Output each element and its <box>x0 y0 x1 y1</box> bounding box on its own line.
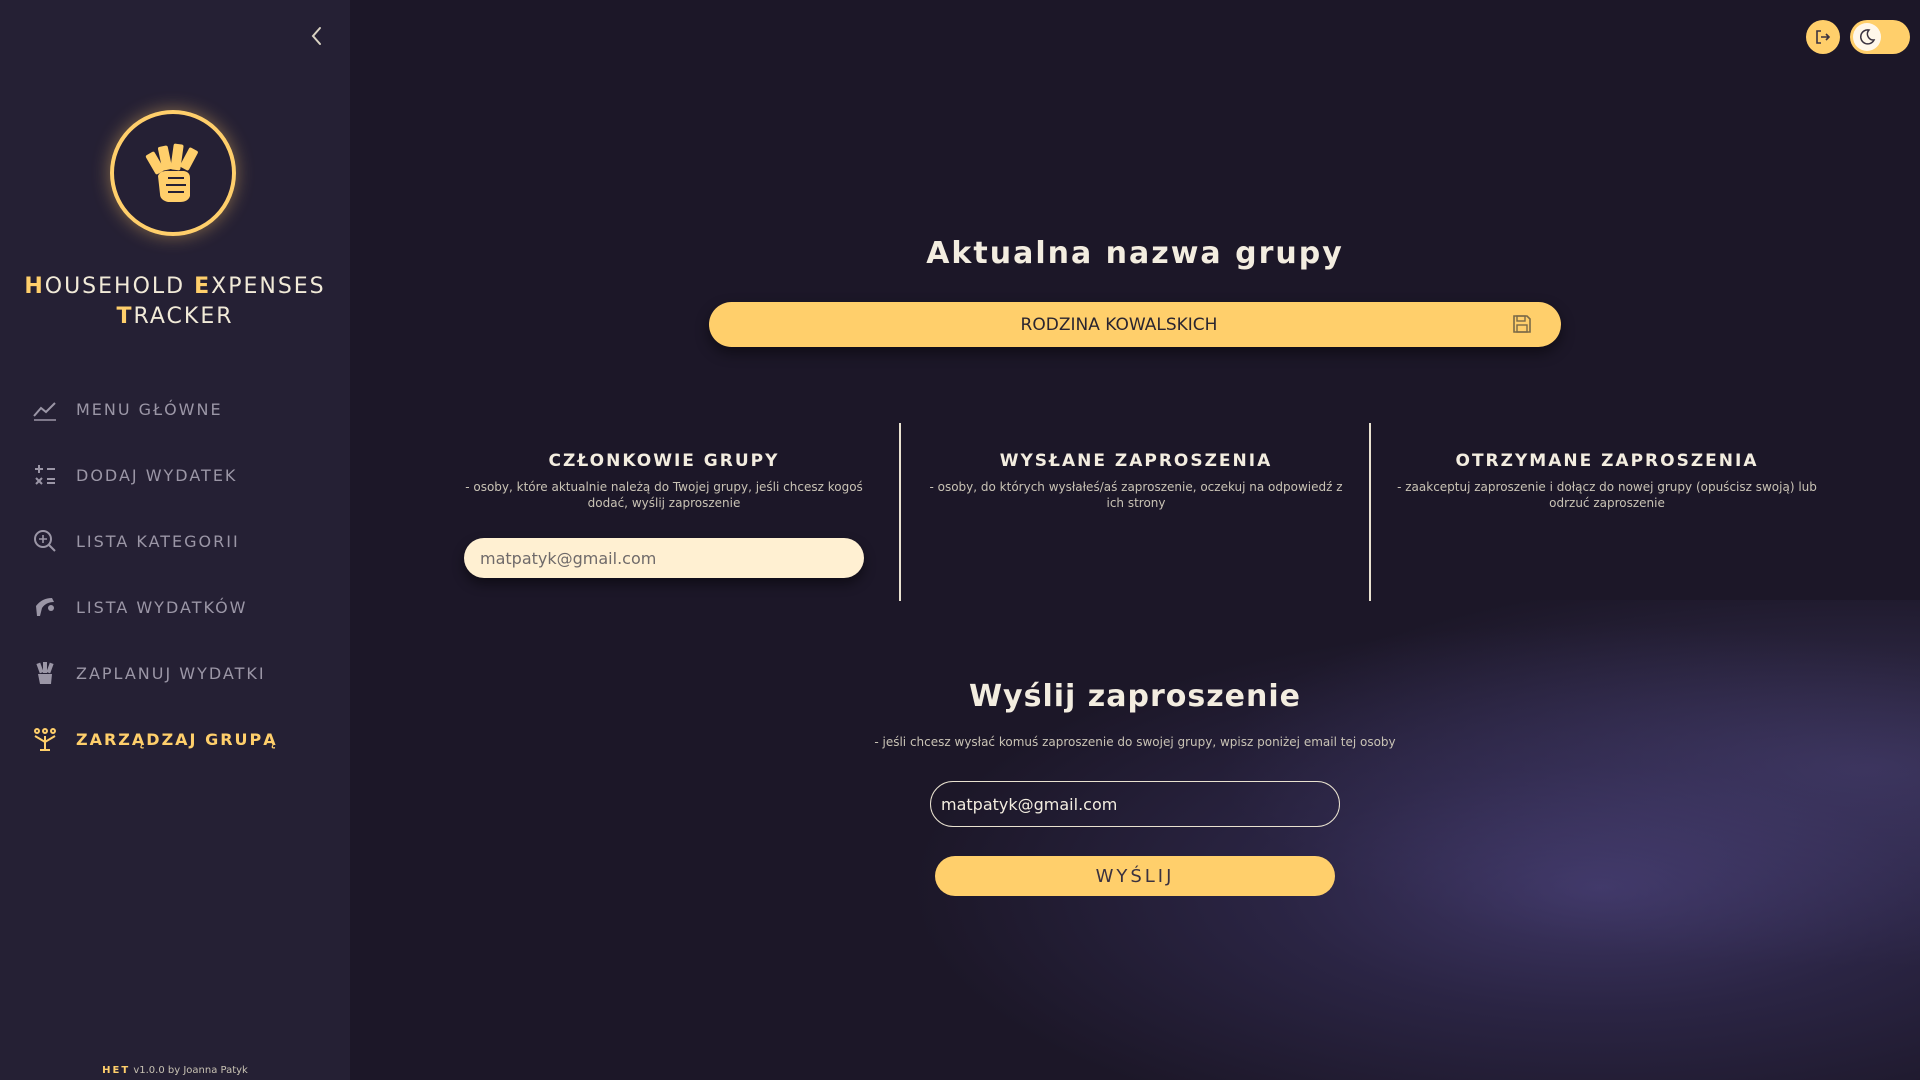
sidebar-item-menu-glowne[interactable]: MENU GŁÓWNE <box>0 376 350 442</box>
group-icon <box>32 726 58 752</box>
column-divider <box>899 423 901 601</box>
collapse-sidebar-button[interactable] <box>305 24 329 48</box>
sent-invites-description: - osoby, do których wysłałeś/aś zaprosze… <box>929 480 1343 510</box>
sidebar-item-label: LISTA KATEGORII <box>76 531 240 551</box>
invite-description: - jeśli chcesz wysłać komuś zaproszenie … <box>874 735 1396 749</box>
sidebar-item-label: ZARZĄDZAJ GRUPĄ <box>76 729 278 749</box>
sidebar-item-label: DODAJ WYDATEK <box>76 465 238 485</box>
app-footer: HET v1.0.0 by Joanna Patyk <box>0 1065 350 1076</box>
money-hand-icon <box>145 143 198 202</box>
group-columns: CZŁONKOWIE GRUPY - osoby, które aktualni… <box>440 423 1850 601</box>
logout-icon <box>1816 30 1831 44</box>
received-invites-column: OTRZYMANE ZAPROSZENIA - zaakceptuj zapro… <box>1372 423 1842 601</box>
received-invites-title: OTRZYMANE ZAPROSZENIA <box>1455 451 1759 471</box>
sidebar-item-label: LISTA WYDATKÓW <box>76 597 248 617</box>
sidebar-item-zarzadzaj-grupa[interactable]: ZARZĄDZAJ GRUPĄ <box>0 706 350 772</box>
background-splatter <box>850 600 1920 1080</box>
sent-invites-title: WYSŁANE ZAPROSZENIA <box>999 451 1273 471</box>
sidebar-item-dodaj-wydatek[interactable]: DODAJ WYDATEK <box>0 442 350 508</box>
trend-chart-icon <box>32 396 58 422</box>
money-plan-icon <box>32 660 58 686</box>
members-title: CZŁONKOWIE GRUPY <box>548 451 780 471</box>
app-logo <box>110 110 236 236</box>
theme-toggle[interactable] <box>1850 20 1910 54</box>
footer-brand: HET <box>102 1065 131 1076</box>
title-word: OUSEHOLD <box>44 274 195 299</box>
sidebar-item-zaplanuj-wydatki[interactable]: ZAPLANUJ WYDATKI <box>0 640 350 706</box>
column-divider <box>1369 423 1371 601</box>
sidebar-nav: MENU GŁÓWNE DODAJ WYDATEK LISTA KATEGORI… <box>0 376 350 772</box>
sidebar-item-lista-kategorii[interactable]: LISTA KATEGORII <box>0 508 350 574</box>
theme-toggle-knob <box>1853 23 1881 51</box>
members-column: CZŁONKOWIE GRUPY - osoby, które aktualni… <box>440 423 888 601</box>
save-icon[interactable] <box>1511 313 1533 335</box>
members-description: - osoby, które aktualnie należą do Twoje… <box>465 480 863 510</box>
sidebar: HOUSEHOLD EXPENSES TRACKER MENU GŁÓWNE D… <box>0 0 350 1080</box>
app-title: HOUSEHOLD EXPENSES TRACKER <box>0 272 350 332</box>
title-initial: T <box>116 304 134 329</box>
footer-version: v1.0.0 by Joanna Patyk <box>133 1065 248 1076</box>
invite-heading: Wyślij zaproszenie <box>968 679 1302 714</box>
member-item[interactable]: matpatyk@gmail.com <box>464 538 864 578</box>
send-invite-button[interactable]: WYŚLIJ <box>935 856 1335 896</box>
group-name-heading: Aktualna nazwa grupy <box>926 236 1344 271</box>
moon-icon <box>1859 29 1876 45</box>
group-name-bar <box>709 302 1561 347</box>
received-invites-description: - zaakceptuj zaproszenie i dołącz do now… <box>1397 480 1817 510</box>
title-word: XPENSES <box>211 274 326 299</box>
sidebar-item-label: ZAPLANUJ WYDATKI <box>76 663 266 683</box>
sidebar-item-lista-wydatkow[interactable]: LISTA WYDATKÓW <box>0 574 350 640</box>
title-initial: H <box>24 274 45 299</box>
sidebar-item-label: MENU GŁÓWNE <box>76 399 223 419</box>
sent-invites-column: WYSŁANE ZAPROSZENIA - osoby, do których … <box>902 423 1370 601</box>
chevron-left-icon <box>311 27 321 45</box>
logout-button[interactable] <box>1806 20 1840 54</box>
title-word: RACKER <box>133 304 234 329</box>
title-initial: E <box>194 274 212 299</box>
group-name-input[interactable] <box>749 302 1489 347</box>
calculator-icon <box>32 462 58 488</box>
dollar-hand-icon <box>32 594 58 620</box>
search-plus-icon <box>32 528 58 554</box>
invite-email-input[interactable] <box>930 781 1340 827</box>
